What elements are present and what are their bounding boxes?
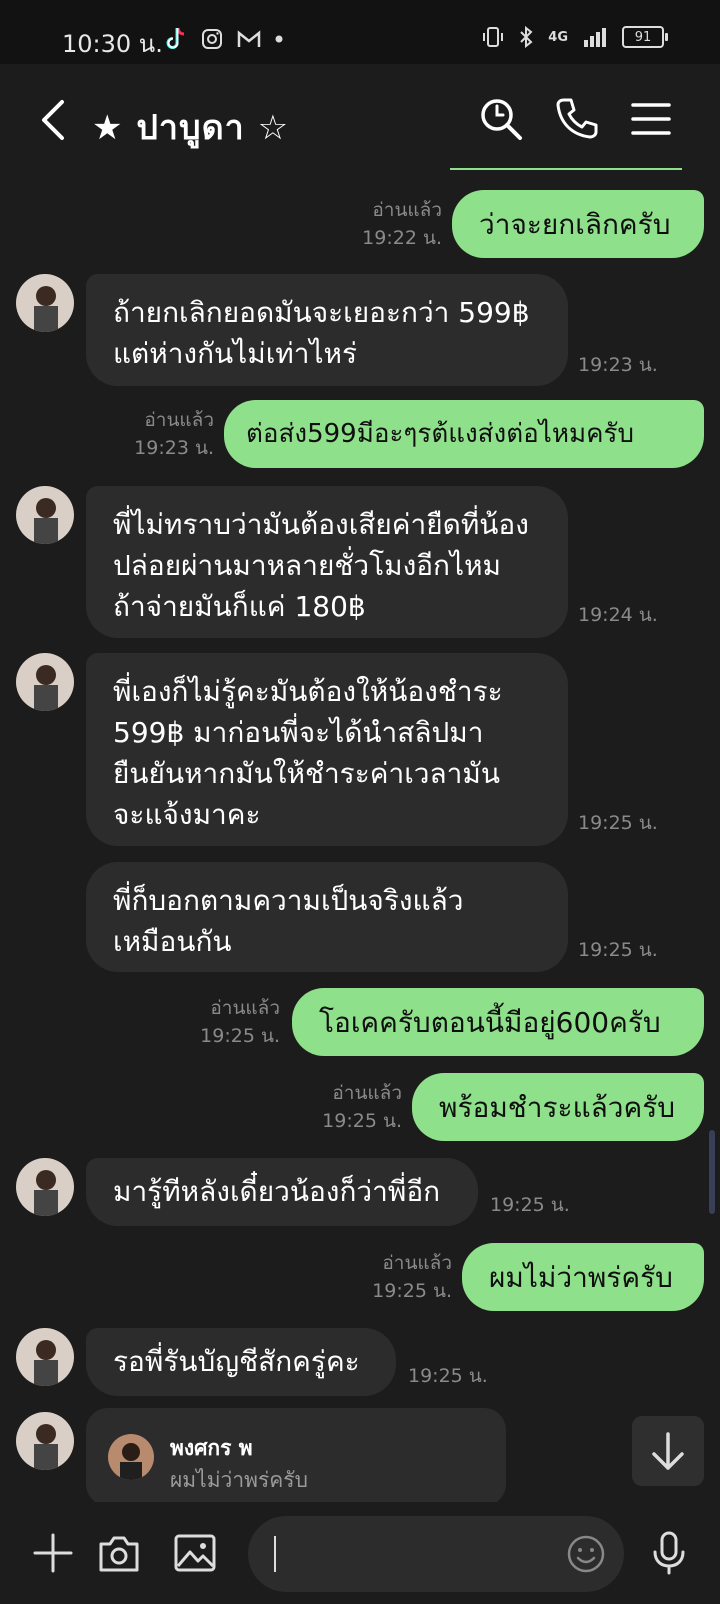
message-text: พี่ก็บอกตามความเป็นจริงแล้วเหมือนกัน bbox=[113, 884, 464, 958]
incoming-message[interactable]: พี่ไม่ทราบว่ามันต้องเสียค่ายืดที่น้องปล่… bbox=[86, 486, 568, 638]
message-meta: อ่านแล้ว 19:25 น. bbox=[200, 994, 280, 1050]
network-label: 4G bbox=[548, 29, 568, 45]
menu-icon[interactable] bbox=[626, 94, 676, 144]
message-text: ว่าจะยกเลิกครับ bbox=[479, 207, 671, 241]
message-time: 19:23 น. bbox=[578, 354, 658, 376]
reply-avatar bbox=[108, 1434, 154, 1480]
battery-level: 91 bbox=[634, 29, 652, 45]
status-time: 10:30 น. bbox=[62, 30, 163, 58]
reply-sender-name: พงศกร พ bbox=[170, 1436, 253, 1460]
outgoing-message[interactable]: ผมไม่ว่าพร่ครับ bbox=[462, 1243, 704, 1311]
vibrate-icon bbox=[483, 27, 504, 47]
chat-title: ★ ปาบูดา ☆ bbox=[92, 108, 290, 148]
battery-icon: 91 bbox=[622, 26, 668, 48]
outgoing-message[interactable]: ต่อส่ง599มีอะๆรต้แงส่งต่อไหมครับ bbox=[224, 400, 704, 468]
message-text: ถ้ายกเลิกยอดมันจะเยอะกว่า 599฿ แต่ห่างกั… bbox=[113, 296, 530, 370]
message-time: 19:25 น. bbox=[372, 1280, 452, 1302]
incoming-message[interactable]: พี่ก็บอกตามความเป็นจริงแล้วเหมือนกัน bbox=[86, 862, 568, 972]
message-text: พร้อมชำระแล้วครับ bbox=[439, 1090, 676, 1124]
message-input[interactable] bbox=[248, 1516, 624, 1592]
compose-bar bbox=[0, 1502, 720, 1604]
instagram-icon bbox=[202, 29, 222, 49]
message-meta: อ่านแล้ว 19:22 น. bbox=[362, 196, 442, 252]
back-arrow-icon[interactable] bbox=[36, 96, 76, 144]
message-text: พี่เองก็ไม่รู้คะมันต้องให้น้องชำระ 599฿ … bbox=[113, 675, 503, 831]
outgoing-message[interactable]: ว่าจะยกเลิกครับ bbox=[452, 190, 704, 258]
emoji-icon[interactable] bbox=[566, 1534, 606, 1574]
contact-avatar[interactable] bbox=[16, 1412, 74, 1470]
dot-icon bbox=[275, 35, 283, 43]
bluetooth-icon bbox=[520, 26, 533, 48]
contact-avatar[interactable] bbox=[16, 1158, 74, 1216]
signal-icon bbox=[584, 28, 606, 47]
contact-avatar[interactable] bbox=[16, 486, 74, 544]
message-text: มารู้ทีหลังเดี๋ยวน้องก็ว่าพี่อีก bbox=[113, 1175, 441, 1208]
contact-avatar[interactable] bbox=[16, 653, 74, 711]
text-caret bbox=[274, 1536, 276, 1572]
message-text: ผมไม่ว่าพร่ครับ bbox=[489, 1260, 673, 1294]
scroll-to-bottom-button[interactable] bbox=[632, 1416, 704, 1486]
message-time: 19:24 น. bbox=[578, 604, 658, 626]
image-icon[interactable] bbox=[172, 1530, 218, 1576]
camera-icon[interactable] bbox=[96, 1530, 142, 1576]
message-time: 19:25 น. bbox=[408, 1365, 488, 1387]
incoming-message[interactable]: ถ้ายกเลิกยอดมันจะเยอะกว่า 599฿ แต่ห่างกั… bbox=[86, 274, 568, 386]
message-text: ต่อส่ง599มีอะๆรต้แงส่งต่อไหมครับ bbox=[246, 418, 634, 449]
contact-avatar[interactable] bbox=[16, 1328, 74, 1386]
outgoing-message[interactable]: พร้อมชำระแล้วครับ bbox=[412, 1073, 704, 1141]
incoming-message[interactable]: มารู้ทีหลังเดี๋ยวน้องก็ว่าพี่อีก bbox=[86, 1158, 478, 1226]
system-icons: 4G 91 bbox=[482, 26, 668, 48]
message-meta: อ่านแล้ว 19:23 น. bbox=[134, 406, 214, 462]
phone-icon[interactable] bbox=[552, 94, 602, 144]
message-time: 19:23 น. bbox=[134, 437, 214, 459]
read-receipt: อ่านแล้ว bbox=[210, 997, 280, 1019]
previous-bubble-edge bbox=[450, 168, 682, 170]
scrollbar-thumb[interactable] bbox=[709, 1130, 715, 1214]
message-time: 19:25 น. bbox=[490, 1194, 570, 1216]
tiktok-icon bbox=[166, 27, 185, 49]
microphone-icon[interactable] bbox=[646, 1530, 692, 1576]
status-bar: 10:30 น. 4G 91 bbox=[0, 0, 720, 64]
gmail-icon bbox=[237, 30, 261, 47]
read-receipt: อ่านแล้ว bbox=[372, 199, 442, 221]
read-receipt: อ่านแล้ว bbox=[332, 1082, 402, 1104]
incoming-message[interactable]: พี่เองก็ไม่รู้คะมันต้องให้น้องชำระ 599฿ … bbox=[86, 653, 568, 846]
notification-icons bbox=[164, 26, 284, 52]
message-meta: อ่านแล้ว 19:25 น. bbox=[322, 1079, 402, 1135]
contact-avatar[interactable] bbox=[16, 274, 74, 332]
outgoing-message[interactable]: โอเคครับตอนนี้มีอยู่600ครับ bbox=[292, 988, 704, 1056]
search-icon[interactable] bbox=[476, 94, 526, 144]
chat-header: ★ ปาบูดา ☆ bbox=[0, 64, 720, 174]
reply-quoted-text: ผมไม่ว่าพร่ครับ bbox=[170, 1468, 308, 1492]
message-time: 19:25 น. bbox=[200, 1025, 280, 1047]
message-time: 19:25 น. bbox=[578, 812, 658, 834]
message-text: โอเคครับตอนนี้มีอยู่600ครับ bbox=[319, 1005, 661, 1039]
read-receipt: อ่านแล้ว bbox=[382, 1252, 452, 1274]
message-meta: อ่านแล้ว 19:25 น. bbox=[372, 1249, 452, 1305]
incoming-message[interactable]: รอพี่รันบัญชีสักครู่คะ bbox=[86, 1328, 396, 1396]
arrow-down-icon bbox=[652, 1432, 684, 1470]
message-time: 19:22 น. bbox=[362, 227, 442, 249]
reply-message-card[interactable]: พงศกร พ ผมไม่ว่าพร่ครับ bbox=[86, 1408, 506, 1506]
message-time: 19:25 น. bbox=[322, 1110, 402, 1132]
read-receipt: อ่านแล้ว bbox=[144, 409, 214, 431]
message-text: รอพี่รันบัญชีสักครู่คะ bbox=[113, 1345, 360, 1378]
message-text: พี่ไม่ทราบว่ามันต้องเสียค่ายืดที่น้องปล่… bbox=[113, 508, 529, 623]
message-time: 19:25 น. bbox=[578, 939, 658, 961]
plus-icon[interactable] bbox=[30, 1530, 76, 1576]
